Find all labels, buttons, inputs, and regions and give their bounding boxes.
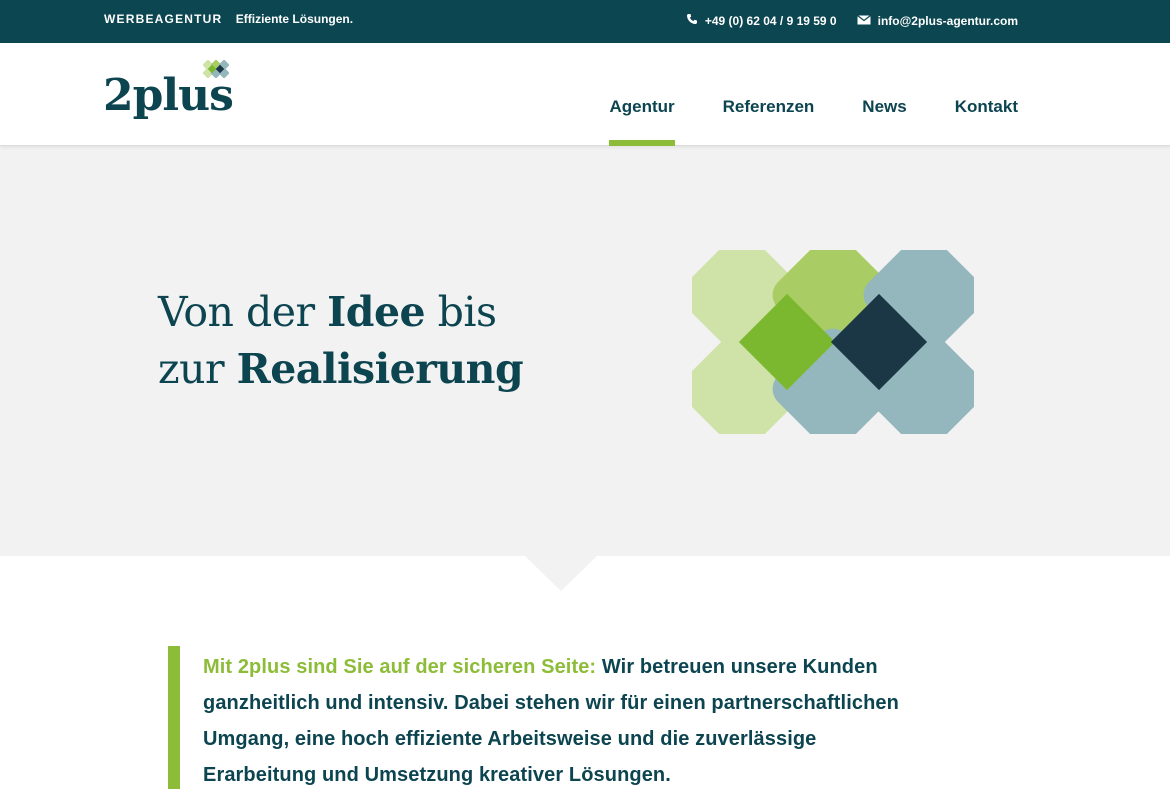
nav-item-label: Referenzen: [722, 97, 815, 116]
hero-headline: Von der Idee bis zur Realisierung: [158, 284, 524, 398]
nav-item-label: News: [862, 97, 907, 116]
contact-info: +49 (0) 62 04 / 9 19 59 0 info@2plus-age…: [686, 13, 1018, 28]
intro-paragraph: Mit 2plus sind Sie auf der sicheren Seit…: [203, 649, 928, 793]
phone-number: +49 (0) 62 04 / 9 19 59 0: [704, 13, 837, 28]
logo[interactable]: 2plus: [103, 56, 243, 126]
top-bar: WERBEAGENTUR Effiziente Lösungen. +49 (0…: [0, 0, 1170, 43]
phone-icon: [686, 13, 698, 28]
main-navigation: Agentur Referenzen News Kontakt: [561, 43, 1018, 146]
headline-line2-pre: zur: [158, 345, 237, 393]
intro-lead: Mit 2plus sind Sie auf der sicheren Seit…: [203, 656, 597, 678]
headline-idee: Idee: [327, 288, 426, 336]
phone-link[interactable]: +49 (0) 62 04 / 9 19 59 0: [686, 13, 837, 28]
nav-item-kontakt[interactable]: Kontakt: [955, 43, 1018, 146]
email-address: info@2plus-agentur.com: [877, 13, 1018, 28]
headline-realisierung: Realisierung: [236, 345, 524, 393]
headline-line1-post: bis: [425, 288, 497, 336]
email-link[interactable]: info@2plus-agentur.com: [856, 13, 1018, 28]
nav-item-label: Agentur: [609, 97, 675, 116]
slogan: Effiziente Lösungen.: [235, 12, 354, 26]
intro-quote: Mit 2plus sind Sie auf der sicheren Seit…: [168, 646, 928, 789]
active-indicator: [609, 140, 675, 146]
nav-item-agentur[interactable]: Agentur: [609, 43, 675, 146]
agency-label: WERBEAGENTUR: [104, 12, 223, 26]
nav-item-label: Kontakt: [954, 97, 1018, 116]
hero-section: Von der Idee bis zur Realisierung: [0, 146, 1170, 556]
x-mark-logo-icon: [202, 59, 230, 79]
site-header: 2plus Agentur Referenzen News Kontakt: [0, 43, 1170, 146]
mail-icon: [856, 14, 871, 28]
nav-item-news[interactable]: News: [862, 43, 906, 146]
hero-pointer-arrow: [525, 556, 597, 591]
headline-line1-pre: Von der: [158, 288, 328, 336]
tagline: WERBEAGENTUR Effiziente Lösungen.: [104, 12, 353, 26]
nav-item-referenzen[interactable]: Referenzen: [723, 43, 815, 146]
x-mark-graphic: [692, 250, 974, 434]
